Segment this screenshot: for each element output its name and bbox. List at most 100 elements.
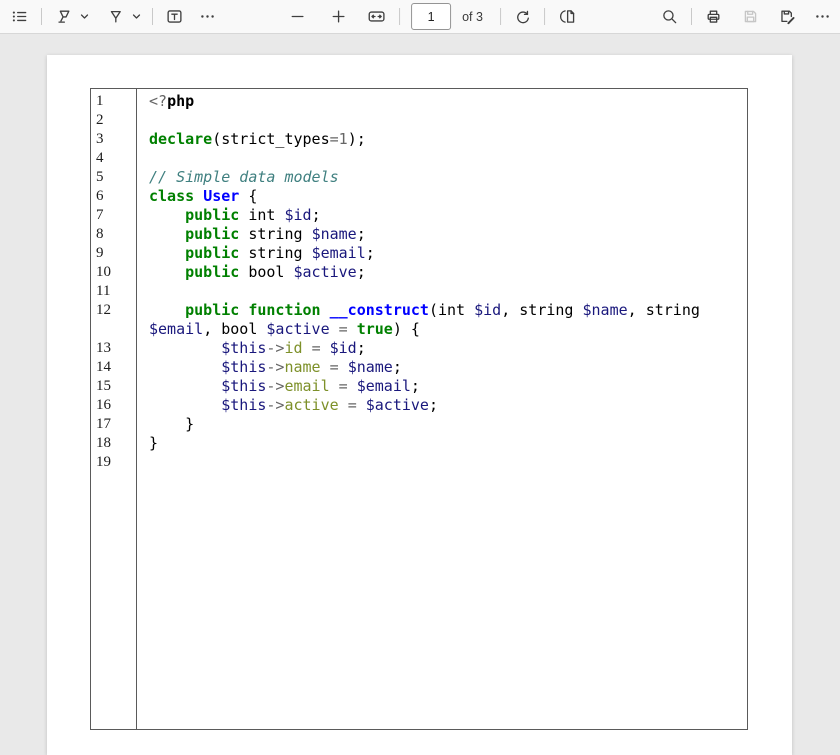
zoom-in-icon xyxy=(332,10,345,23)
line-number: 12 xyxy=(96,302,111,318)
toolbar-center-group: of 3 xyxy=(286,0,578,33)
line-number: 5 xyxy=(96,169,104,185)
fit-width-icon xyxy=(368,11,385,22)
code-row: 13 $this->id = $id; xyxy=(91,339,747,358)
pdf-toolbar: of 3 xyxy=(0,0,840,34)
code-line: public bool $active; xyxy=(185,263,366,281)
toolbar-separator xyxy=(691,8,692,25)
code-row: $email, bool $active = true) { xyxy=(91,320,747,339)
page-view-icon xyxy=(559,10,575,23)
page-number-input[interactable] xyxy=(411,3,452,30)
text-box-icon xyxy=(167,10,182,23)
line-number: 11 xyxy=(96,283,111,299)
save-icon xyxy=(744,10,757,23)
code-line: class User { xyxy=(149,187,258,205)
toolbar-separator xyxy=(41,8,42,25)
pen-icon xyxy=(110,10,121,23)
toolbar-separator xyxy=(399,8,401,25)
rotate-icon xyxy=(516,10,529,24)
code-row: 2 xyxy=(91,111,747,130)
page-count-label: of 3 xyxy=(462,9,483,24)
highlighter-dropdown-button[interactable] xyxy=(79,10,90,23)
code-line: <?php xyxy=(149,92,195,110)
line-number: 14 xyxy=(96,359,111,375)
code-row: 1 <?php xyxy=(91,92,747,111)
line-number: 17 xyxy=(96,416,111,432)
zoom-in-button[interactable] xyxy=(327,5,350,28)
line-number: 4 xyxy=(96,150,104,166)
code-row: 4 xyxy=(91,149,747,168)
code-row: 12 public function __construct(int $id, … xyxy=(91,301,747,320)
code-line: $email, bool $active = true) { xyxy=(149,320,420,338)
code-block: 1 <?php 2 3 declare(strict_types=1); 4 5 // Sim… xyxy=(90,88,748,730)
more-tools-button[interactable] xyxy=(196,5,219,28)
code-line: $this->email = $email; xyxy=(221,377,420,395)
code-line: } xyxy=(149,415,195,433)
pen-dropdown-button[interactable] xyxy=(131,10,142,23)
line-number: 10 xyxy=(96,264,111,280)
line-number: 7 xyxy=(96,207,104,223)
pen-button[interactable] xyxy=(104,5,127,28)
code-line: public string $name; xyxy=(185,225,366,243)
code-row: 6 class User { xyxy=(91,187,747,206)
chevron-down-icon xyxy=(132,14,141,19)
toolbar-left-group xyxy=(0,5,219,28)
outline-icon xyxy=(12,11,27,22)
code-line: // Simple data models xyxy=(149,168,339,186)
line-number: 18 xyxy=(96,435,111,451)
code-line: public function __construct(int $id, str… xyxy=(185,301,700,319)
more-options-button[interactable] xyxy=(811,5,834,28)
line-number: 19 xyxy=(96,454,111,470)
print-button[interactable] xyxy=(702,5,725,28)
code-line: declare(strict_types=1); xyxy=(149,130,366,148)
code-row: 9 public string $email; xyxy=(91,244,747,263)
toolbar-separator xyxy=(499,8,501,25)
highlighter-button[interactable] xyxy=(52,5,75,28)
line-number: 3 xyxy=(96,131,104,147)
line-number: 6 xyxy=(96,188,104,204)
rotate-button[interactable] xyxy=(511,5,534,28)
add-text-button[interactable] xyxy=(163,5,186,28)
line-number: 13 xyxy=(96,340,111,356)
code-row: 18} xyxy=(91,434,747,453)
more-icon xyxy=(816,15,829,18)
line-number: 2 xyxy=(96,112,104,128)
outline-button[interactable] xyxy=(8,5,31,28)
fit-width-button[interactable] xyxy=(364,5,389,28)
code-line: $this->active = $active; xyxy=(221,396,438,414)
line-number: 9 xyxy=(96,245,104,261)
line-number: 16 xyxy=(96,397,111,413)
line-number xyxy=(91,320,137,339)
page-view-button[interactable] xyxy=(555,5,578,28)
pdf-page: 1 <?php 2 3 declare(strict_types=1); 4 5 // Sim… xyxy=(47,55,792,755)
line-number: 8 xyxy=(96,226,104,242)
toolbar-separator xyxy=(543,8,545,25)
chevron-down-icon xyxy=(80,14,89,19)
save-as-button[interactable] xyxy=(776,5,799,28)
search-button[interactable] xyxy=(658,5,681,28)
code-line: $this->id = $id; xyxy=(221,339,366,357)
code-row: 7 public int $id; xyxy=(91,206,747,225)
code-row: 8 public string $name; xyxy=(91,225,747,244)
code-rows: 1 <?php 2 3 declare(strict_types=1); 4 5 // Sim… xyxy=(91,92,747,472)
code-row: 15 $this->email = $email; xyxy=(91,377,747,396)
code-line: public int $id; xyxy=(185,206,321,224)
toolbar-separator xyxy=(152,8,153,25)
code-line: public string $email; xyxy=(185,244,375,262)
code-row: 3 declare(strict_types=1); xyxy=(91,130,747,149)
code-row: 16 $this->active = $active; xyxy=(91,396,747,415)
code-row: 11 xyxy=(91,282,747,301)
print-icon xyxy=(707,10,720,23)
search-icon xyxy=(663,10,677,24)
save-button[interactable] xyxy=(739,5,762,28)
code-row: 14 $this->name = $name; xyxy=(91,358,747,377)
code-row: 10 public bool $active; xyxy=(91,263,747,282)
pdf-canvas[interactable]: 1 <?php 2 3 declare(strict_types=1); 4 5 // Sim… xyxy=(0,34,840,755)
zoom-out-button[interactable] xyxy=(286,5,309,28)
code-row: 5 // Simple data models xyxy=(91,168,747,187)
code-row: 19 xyxy=(91,453,747,472)
